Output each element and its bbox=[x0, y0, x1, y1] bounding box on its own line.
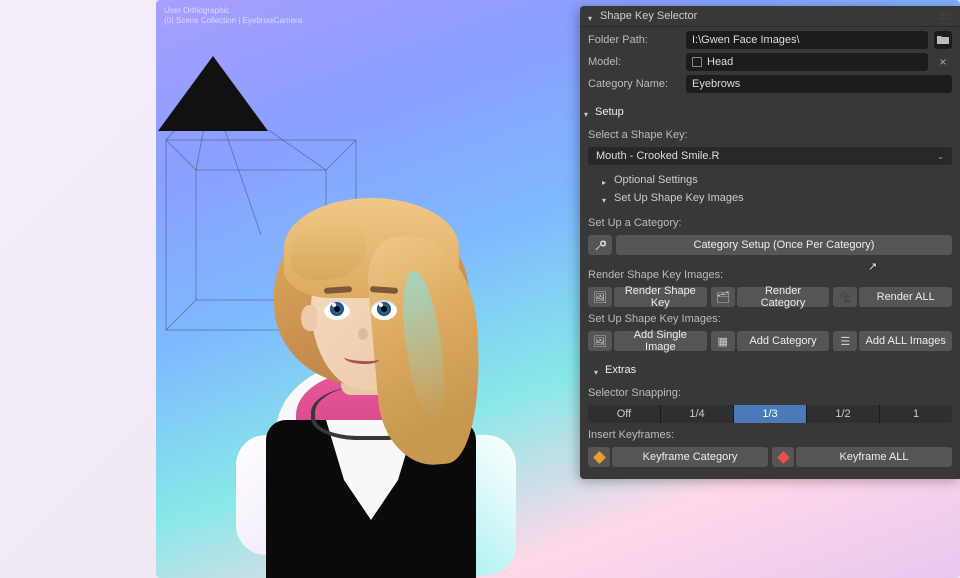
optional-settings-toggle[interactable]: Optional Settings bbox=[588, 171, 952, 189]
panel-header[interactable]: Shape Key Selector :::: bbox=[580, 6, 960, 27]
category-name-input[interactable]: Eyebrows bbox=[686, 75, 952, 93]
render-all-button[interactable]: Render ALL bbox=[859, 287, 952, 307]
images-icon: 🗂 bbox=[716, 291, 730, 304]
render-category-icon[interactable]: 🗂 bbox=[711, 287, 735, 307]
diamond-orange-icon bbox=[593, 451, 606, 464]
render-all-icon[interactable]: 🎥 bbox=[833, 287, 857, 307]
add-single-image-icon[interactable]: 🖼 bbox=[588, 331, 612, 351]
snap-option-1-4[interactable]: 1/4 bbox=[660, 405, 733, 423]
render-shape-key-button[interactable]: Render Shape Key bbox=[614, 287, 707, 307]
browse-folder-button[interactable] bbox=[934, 31, 952, 49]
drag-handle-icon[interactable]: :::: bbox=[939, 12, 952, 21]
category-setup-icon-button[interactable] bbox=[588, 235, 612, 255]
snap-option-Off[interactable]: Off bbox=[588, 405, 660, 423]
add-category-icon[interactable]: ▦ bbox=[711, 331, 735, 351]
setup-category-hint: Set Up a Category: bbox=[588, 215, 952, 235]
add-single-image-button[interactable]: Add Single Image bbox=[614, 331, 707, 351]
select-shape-key-hint: Select a Shape Key: bbox=[588, 127, 952, 147]
add-all-images-icon[interactable]: ☰ bbox=[833, 331, 857, 351]
chevron-down-icon: ⌄ bbox=[937, 152, 944, 161]
extras-section-header[interactable]: Extras bbox=[580, 359, 960, 381]
snap-option-1-3[interactable]: 1/3 bbox=[733, 405, 806, 423]
chevron-down-icon bbox=[594, 366, 602, 374]
character-model bbox=[196, 90, 546, 578]
shape-key-dropdown[interactable]: Mouth - Crooked Smile.R ⌄ bbox=[588, 147, 952, 165]
keyframe-category-button[interactable]: Keyframe Category bbox=[612, 447, 768, 467]
setup-images-hint: Set Up Shape Key Images: bbox=[588, 311, 952, 331]
category-setup-button[interactable]: Category Setup (Once Per Category) bbox=[616, 235, 952, 255]
folder-path-input[interactable]: I:\Gwen Face Images\ bbox=[686, 31, 928, 49]
snapping-segmented-control: Off1/41/31/21 bbox=[588, 405, 952, 423]
render-category-button[interactable]: Render Category bbox=[737, 287, 830, 307]
keyframe-all-button[interactable]: Keyframe ALL bbox=[796, 447, 952, 467]
diamond-red-icon bbox=[777, 451, 790, 464]
keyframe-category-icon[interactable] bbox=[588, 447, 610, 467]
chevron-down-icon bbox=[602, 194, 610, 202]
snap-option-1-2[interactable]: 1/2 bbox=[806, 405, 879, 423]
viewport-overlay-text: User Orthographic (0) Scene Collection |… bbox=[164, 6, 302, 27]
camera-icon: 🎥 bbox=[838, 291, 852, 304]
viewport-3d[interactable]: User Orthographic (0) Scene Collection |… bbox=[156, 0, 960, 578]
setup-shape-key-images-toggle[interactable]: Set Up Shape Key Images bbox=[588, 189, 952, 207]
grid-icon: ▦ bbox=[717, 335, 727, 348]
image-icon: 🖼 bbox=[593, 335, 607, 348]
add-all-images-button[interactable]: Add ALL Images bbox=[859, 331, 952, 351]
chevron-down-icon bbox=[588, 12, 596, 20]
model-input[interactable]: Head bbox=[686, 53, 928, 71]
list-icon: ☰ bbox=[840, 335, 850, 348]
render-shape-key-icon[interactable]: 🖼 bbox=[588, 287, 612, 307]
setup-section-header[interactable]: Setup bbox=[580, 101, 960, 123]
folder-path-label: Folder Path: bbox=[588, 34, 680, 46]
snap-option-1[interactable]: 1 bbox=[879, 405, 952, 423]
folder-icon bbox=[937, 35, 949, 45]
clear-model-button[interactable]: × bbox=[934, 53, 952, 71]
shape-key-selector-panel: Shape Key Selector :::: Folder Path: I:\… bbox=[580, 6, 960, 479]
keyframe-all-icon[interactable] bbox=[772, 447, 794, 467]
object-icon bbox=[692, 57, 702, 67]
image-icon: 🖼 bbox=[593, 291, 607, 304]
add-category-button[interactable]: Add Category bbox=[737, 331, 830, 351]
chevron-down-icon bbox=[584, 108, 592, 116]
insert-keyframes-hint: Insert Keyframes: bbox=[588, 427, 952, 447]
chevron-right-icon bbox=[602, 176, 610, 184]
selector-snapping-hint: Selector Snapping: bbox=[588, 385, 952, 405]
category-name-label: Category Name: bbox=[588, 78, 680, 90]
render-images-hint: Render Shape Key Images: bbox=[588, 267, 952, 287]
panel-title: Shape Key Selector bbox=[600, 10, 697, 22]
wrench-icon bbox=[594, 239, 606, 251]
model-label: Model: bbox=[588, 56, 680, 68]
